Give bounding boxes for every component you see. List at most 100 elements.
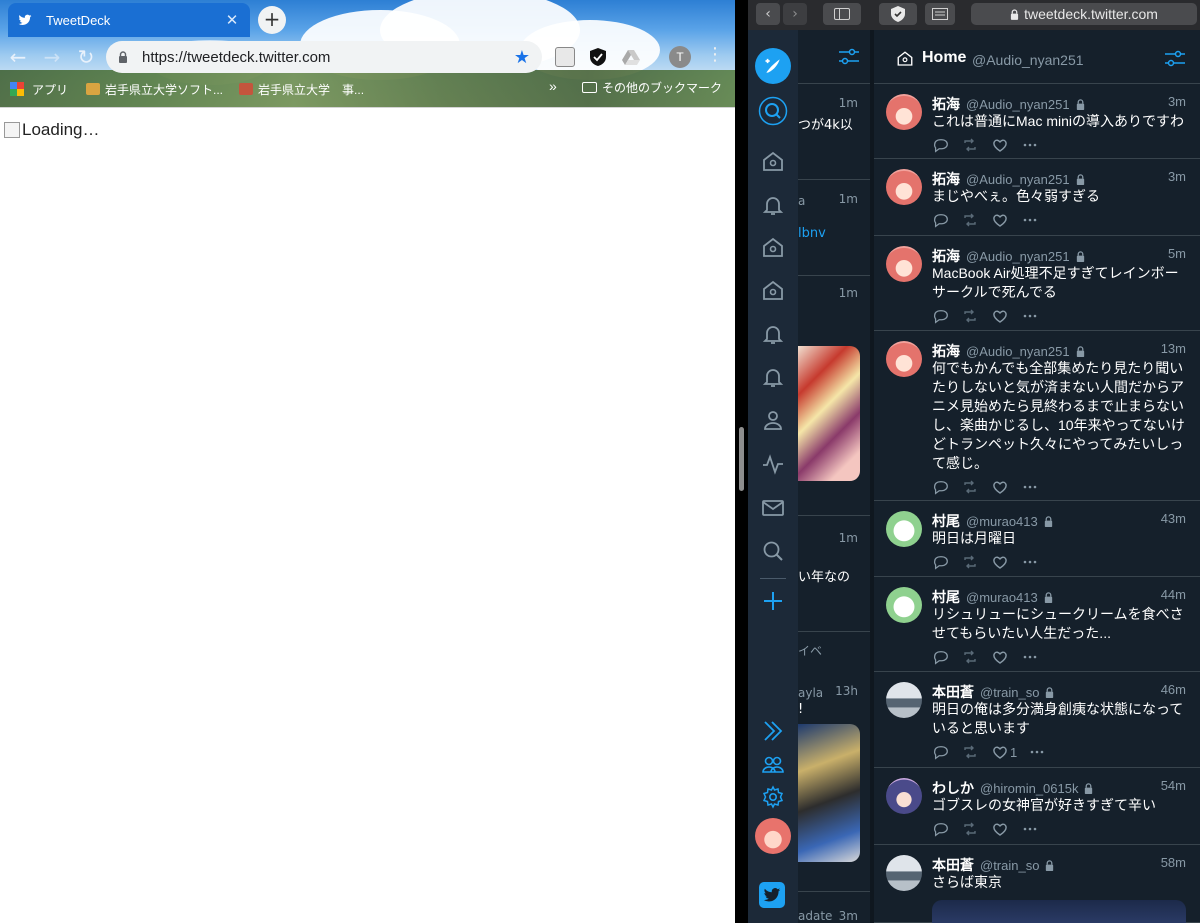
tweet-time[interactable]: 3m xyxy=(1168,169,1186,184)
tweet-author-handle[interactable]: @Audio_nyan251 xyxy=(966,344,1070,359)
shield-extension-icon[interactable] xyxy=(588,47,608,67)
tab-close-button[interactable]: ✕ xyxy=(224,11,240,29)
tweet-time[interactable]: 3m xyxy=(1168,94,1186,109)
nav-search-button[interactable] xyxy=(758,536,788,566)
nav-notifications-column[interactable] xyxy=(758,362,788,392)
more-options-icon[interactable] xyxy=(1022,308,1038,324)
tweet-time[interactable]: 13m xyxy=(1161,341,1186,356)
shield-extension-icon[interactable] xyxy=(879,3,917,25)
tweet-author-handle[interactable]: @hiromin_0615k xyxy=(980,781,1078,796)
nav-messages-column[interactable] xyxy=(758,493,788,523)
more-options-icon[interactable] xyxy=(1022,649,1038,665)
tweet-time[interactable]: 54m xyxy=(1161,778,1186,793)
tweet-avatar[interactable] xyxy=(886,246,922,282)
address-bar[interactable]: https://tweetdeck.twitter.com ★ xyxy=(106,41,542,73)
tweet-time[interactable]: 46m xyxy=(1161,682,1186,697)
tweet-author-name[interactable]: 村尾 xyxy=(932,587,960,607)
nav-user-column[interactable] xyxy=(758,405,788,435)
tweet-avatar[interactable] xyxy=(886,682,922,718)
back-button[interactable]: ← xyxy=(2,41,34,73)
tweet-media-image[interactable] xyxy=(798,724,860,862)
forward-button[interactable]: → xyxy=(36,41,68,73)
tweet-avatar[interactable] xyxy=(886,169,922,205)
tweet[interactable]: 本田蒼 @train_so 46m 明日の俺は多分満身創痍な状態になっていると思います… xyxy=(874,672,1200,768)
tweet-author-name[interactable]: 拓海 xyxy=(932,94,960,114)
reply-icon[interactable] xyxy=(932,479,948,495)
bookmark-item[interactable]: 岩手県立大学 事... xyxy=(239,81,364,98)
account-avatar[interactable] xyxy=(755,818,791,854)
tweet-author-name[interactable]: 拓海 xyxy=(932,246,960,266)
tweet[interactable]: わしか @hiromin_0615k 54m ゴブスレの女神官が好きすぎて辛い xyxy=(874,768,1200,845)
tweet-time[interactable]: 5m xyxy=(1168,246,1186,261)
more-options-icon[interactable] xyxy=(1022,137,1038,153)
filter-icon[interactable] xyxy=(838,48,860,66)
tab-tweetdeck[interactable]: TweetDeck ✕ xyxy=(8,3,250,37)
like-icon[interactable] xyxy=(992,649,1008,665)
filter-icon[interactable] xyxy=(1164,50,1186,68)
tweet-author-handle[interactable]: @murao413 xyxy=(966,590,1038,605)
tweet[interactable]: 拓海 @Audio_nyan251 3m まじやべぇ。色々弱すぎる xyxy=(874,159,1200,236)
tweet-author-name[interactable]: 本田蒼 xyxy=(932,682,974,702)
safari-back-button[interactable]: ‹ xyxy=(756,3,780,25)
reply-icon[interactable] xyxy=(932,212,948,228)
retweet-icon[interactable] xyxy=(962,479,978,495)
split-view-handle[interactable] xyxy=(739,427,744,491)
tweetdeck-logo-icon[interactable] xyxy=(759,882,785,908)
settings-button[interactable] xyxy=(758,782,788,812)
tweet-avatar[interactable] xyxy=(886,855,922,891)
tweet-author-name[interactable]: 拓海 xyxy=(932,341,960,361)
expand-nav-button[interactable] xyxy=(758,716,788,746)
tweet-media-image[interactable] xyxy=(932,900,1186,923)
more-options-icon[interactable] xyxy=(1022,821,1038,837)
sidebar-toggle-icon[interactable] xyxy=(823,3,861,25)
retweet-icon[interactable] xyxy=(962,821,978,837)
retweet-icon[interactable] xyxy=(962,308,978,324)
tweet[interactable]: 拓海 @Audio_nyan251 13m 何でもかんでも全部集めたり見たり聞いたりし… xyxy=(874,331,1200,501)
nav-notifications-column[interactable] xyxy=(758,190,788,220)
tweet-author-handle[interactable]: @Audio_nyan251 xyxy=(966,97,1070,112)
bookmark-item[interactable]: 岩手県立大学ソフト... xyxy=(86,81,223,98)
reply-icon[interactable] xyxy=(932,554,948,570)
tweet-author-name[interactable]: 村尾 xyxy=(932,511,960,531)
bookmarks-overflow-button[interactable]: » xyxy=(549,78,557,94)
more-options-icon[interactable] xyxy=(1022,479,1038,495)
tweet-avatar[interactable] xyxy=(886,341,922,377)
tweet-author-name[interactable]: 拓海 xyxy=(932,169,960,189)
retweet-icon[interactable] xyxy=(962,649,978,665)
partial-tweet[interactable]: 1m xyxy=(798,276,870,516)
bookmark-apps[interactable]: アプリ xyxy=(10,81,68,98)
add-column-button[interactable] xyxy=(758,586,788,616)
nav-home-column[interactable] xyxy=(758,276,788,306)
tweet-avatar[interactable] xyxy=(886,778,922,814)
tweet[interactable]: 村尾 @murao413 43m 明日は月曜日 xyxy=(874,501,1200,577)
drive-extension-icon[interactable] xyxy=(621,47,641,67)
retweet-icon[interactable] xyxy=(962,744,978,760)
reply-icon[interactable] xyxy=(932,649,948,665)
like-icon[interactable] xyxy=(992,212,1008,228)
like-icon[interactable] xyxy=(992,479,1008,495)
tweet[interactable]: 拓海 @Audio_nyan251 3m これは普通にMac miniの導入ありですわ xyxy=(874,84,1200,159)
like-icon[interactable] xyxy=(992,308,1008,324)
more-options-icon[interactable] xyxy=(1022,212,1038,228)
compose-tweet-button[interactable] xyxy=(755,48,791,84)
reply-icon[interactable] xyxy=(932,137,948,153)
partial-tweet[interactable]: イベ xyxy=(798,632,870,672)
partial-tweet[interactable]: adate 3m xyxy=(798,892,870,923)
reply-icon[interactable] xyxy=(932,308,948,324)
reload-button[interactable]: ↻ xyxy=(70,41,102,73)
reader-icon[interactable] xyxy=(925,3,955,25)
nav-home-column[interactable] xyxy=(758,233,788,263)
tweet-author-name[interactable]: わしか xyxy=(932,778,974,798)
tweet[interactable]: 拓海 @Audio_nyan251 5m MacBook Air処理不足すぎてレインボ… xyxy=(874,236,1200,331)
partial-tweet[interactable]: a 1m lbnv xyxy=(798,180,870,276)
partial-tweet[interactable]: 1m つが4k以 xyxy=(798,84,870,180)
reply-icon[interactable] xyxy=(932,821,948,837)
more-options-icon[interactable] xyxy=(1022,554,1038,570)
tweet-time[interactable]: 58m xyxy=(1161,855,1186,870)
more-options-icon[interactable] xyxy=(1029,744,1045,760)
tweet-author-name[interactable]: 本田蒼 xyxy=(932,855,974,875)
tweet-media-image[interactable] xyxy=(798,346,860,481)
retweet-icon[interactable] xyxy=(962,137,978,153)
partial-tweet[interactable]: ayla 13h ! xyxy=(798,672,870,892)
nav-search-column[interactable] xyxy=(758,96,788,126)
